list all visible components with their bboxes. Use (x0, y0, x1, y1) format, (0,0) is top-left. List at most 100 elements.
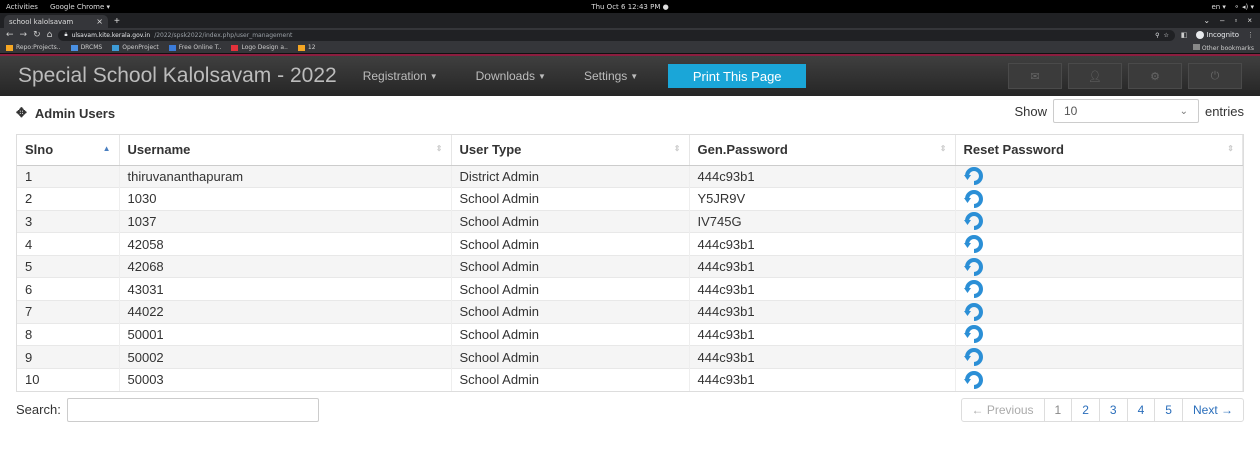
chrome-menu-icon[interactable]: ⋮ (1247, 31, 1254, 39)
search-input[interactable] (66, 397, 319, 422)
print-page-button[interactable]: Print This Page (668, 64, 807, 88)
table-header-row: Slno ▲ Username ⇕ User Type ⇕ Gen.Passwo… (17, 135, 1243, 166)
caret-down-icon: ▼ (630, 71, 639, 81)
cell-user-type: School Admin (451, 322, 690, 346)
bookmark-label: OpenProject (122, 44, 159, 51)
admin-users-table-wrapper: Slno ▲ Username ⇕ User Type ⇕ Gen.Passwo… (16, 134, 1244, 392)
reload-icon[interactable]: ↻ (33, 30, 41, 40)
page-4-button[interactable]: 4 (1126, 398, 1155, 421)
show-label: Show (1014, 103, 1047, 119)
reset-password-icon[interactable] (963, 212, 984, 231)
cell-gen-password: 444c93b1 (689, 254, 956, 278)
cell-gen-password: 444c93b1 (689, 367, 956, 391)
entries-select-value: 10 (1063, 104, 1078, 118)
cell-gen-password: Y5JR9V (689, 187, 956, 211)
bookmark-favicon-icon (70, 44, 78, 51)
table-row: 2 1030 School Admin Y5JR9V (17, 187, 1243, 211)
reset-password-icon[interactable] (963, 325, 984, 344)
menu-settings[interactable]: Settings ▼ (584, 69, 638, 83)
next-page-button[interactable]: Next → (1181, 398, 1243, 421)
bookmark-item[interactable]: OpenProject (112, 44, 159, 51)
system-clock[interactable]: Thu Oct 6 12:43 PM ● (0, 3, 1260, 11)
incognito-indicator[interactable]: Incognito (1195, 31, 1239, 39)
power-icon[interactable]: ⏻ (1188, 63, 1242, 89)
bookmark-item[interactable]: Free Online T.. (168, 44, 222, 51)
zoom-icon[interactable]: ⚲ (1155, 32, 1159, 39)
cell-user-type: School Admin (451, 254, 690, 278)
bookmark-star-icon[interactable]: ☆ (1164, 32, 1169, 39)
chevron-down-icon: ⌄ (1179, 105, 1188, 117)
bookmark-label: Free Online T.. (178, 44, 222, 51)
previous-page-button[interactable]: ← Previous (962, 399, 1044, 421)
pagination: ← Previous 1 2 3 4 5 Next → (960, 397, 1244, 422)
reset-password-icon[interactable] (963, 167, 984, 186)
column-header-slno[interactable]: Slno ▲ (17, 135, 120, 166)
cell-user-type: School Admin (451, 367, 690, 391)
extensions-icon[interactable]: ◧ (1181, 31, 1188, 39)
minimize-icon[interactable]: – (1220, 16, 1224, 25)
cell-reset-password (955, 277, 1243, 301)
reset-password-icon[interactable] (963, 189, 984, 208)
tab-search-icon[interactable]: ⌄ (1203, 16, 1210, 25)
menu-downloads-label: Downloads (475, 69, 536, 83)
bookmark-item[interactable]: Logo Design a.. (231, 44, 288, 51)
reset-password-icon[interactable] (963, 302, 984, 321)
app-navbar: Special School Kalolsavam - 2022 Registr… (0, 54, 1260, 96)
column-header-reset-password[interactable]: Reset Password ⇕ (955, 135, 1243, 166)
bookmark-item[interactable]: Repo:Projects.. (6, 44, 61, 51)
column-header-label: Username (127, 142, 191, 158)
settings-icon[interactable]: ⚙ (1128, 63, 1182, 89)
cell-reset-password (955, 300, 1243, 324)
bookmark-item[interactable]: 12 (297, 44, 316, 51)
cell-slno: 1 (17, 164, 120, 188)
other-bookmarks[interactable]: Other bookmarks (1192, 43, 1254, 52)
cell-reset-password (955, 322, 1243, 346)
column-header-username[interactable]: Username ⇕ (119, 135, 452, 166)
address-bar[interactable]: 🔒︎ ulsavam.kite.kerala.gov.in/2022/spsk2… (58, 29, 1175, 41)
cell-gen-password: 444c93b1 (689, 232, 956, 256)
home-icon[interactable]: ⌂ (47, 30, 53, 40)
user-icon[interactable]: 👤︎ (1068, 63, 1122, 89)
cell-reset-password (955, 164, 1243, 188)
reset-password-icon[interactable] (963, 348, 984, 367)
app-brand[interactable]: Special School Kalolsavam - 2022 (18, 64, 337, 88)
cell-slno: 7 (17, 300, 120, 324)
menu-registration-label: Registration (362, 69, 427, 83)
bookmark-favicon-icon (297, 44, 305, 51)
mail-icon[interactable]: ✉ (1008, 63, 1062, 89)
window-close-icon[interactable]: × (1247, 16, 1252, 25)
incognito-icon (1195, 31, 1204, 39)
bookmark-label: 12 (307, 44, 316, 51)
column-header-user-type[interactable]: User Type ⇕ (451, 135, 690, 166)
tab-close-icon[interactable]: × (96, 17, 103, 26)
menu-registration[interactable]: Registration ▼ (363, 69, 438, 83)
table-row: 8 50001 School Admin 444c93b1 (17, 322, 1243, 346)
cell-gen-password: 444c93b1 (689, 277, 956, 301)
reset-password-icon[interactable] (963, 280, 984, 299)
bookmark-item[interactable]: DRCMS (70, 44, 102, 51)
reset-password-icon[interactable] (963, 370, 984, 389)
column-header-gen-password[interactable]: Gen.Password ⇕ (689, 135, 956, 166)
back-icon[interactable]: ← (6, 30, 14, 40)
table-row: 1 thiruvananthapuram District Admin 444c93b… (17, 164, 1243, 188)
reset-password-icon[interactable] (963, 257, 984, 276)
reset-password-icon[interactable] (963, 235, 984, 254)
page-2-button[interactable]: 2 (1071, 398, 1099, 421)
tab-strip: school kalolsavam × + ⌄ – ▫ × (0, 13, 1260, 28)
cell-username: 42058 (119, 232, 452, 256)
maximize-icon[interactable]: ▫ (1234, 16, 1237, 25)
page-3-button[interactable]: 3 (1098, 398, 1127, 421)
cell-reset-password (955, 367, 1243, 391)
entries-select[interactable]: 10 ⌄ (1052, 99, 1199, 123)
page-1-button[interactable]: 1 (1043, 398, 1072, 421)
bookmark-favicon-icon (168, 44, 176, 51)
menu-downloads[interactable]: Downloads ▼ (476, 69, 546, 83)
folder-icon (1192, 43, 1200, 50)
table-row: 5 42068 School Admin 444c93b1 (17, 254, 1243, 278)
bookmark-favicon-icon (6, 44, 13, 51)
forward-icon[interactable]: → (20, 30, 28, 40)
cell-user-type: School Admin (451, 232, 690, 256)
new-tab-button[interactable]: + (114, 16, 120, 27)
page-5-button[interactable]: 5 (1154, 398, 1182, 421)
browser-tab[interactable]: school kalolsavam × (4, 15, 108, 28)
